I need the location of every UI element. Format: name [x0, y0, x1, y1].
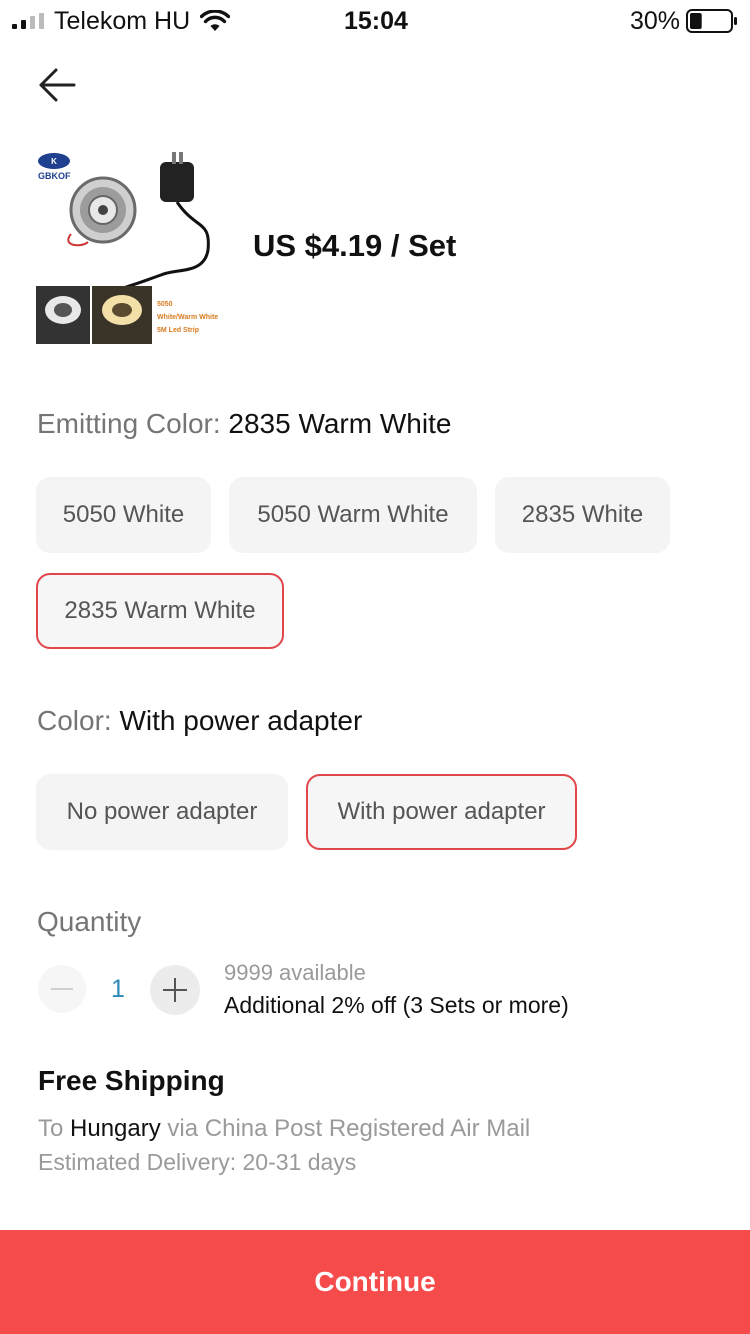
battery-percent: 30% [630, 7, 681, 35]
wifi-icon [200, 10, 230, 31]
estimated-delivery: Estimated Delivery: 20-31 days [38, 1149, 357, 1175]
option-5050-white[interactable]: 5050 White [36, 477, 211, 553]
svg-text:K: K [51, 157, 57, 166]
option-with-power-adapter[interactable]: With power adapter [306, 774, 577, 850]
arrow-left-icon [39, 68, 76, 102]
color-selected: With power adapter [119, 705, 363, 736]
option-2835-warm-white[interactable]: 2835 Warm White [36, 573, 284, 649]
status-bar: Telekom HU 15:04 30% [0, 0, 750, 42]
quantity-increase-button[interactable] [150, 965, 200, 1015]
emitting-color-selected: 2835 Warm White [228, 408, 452, 439]
stock-available: 9999 available [224, 960, 366, 985]
option-2835-white[interactable]: 2835 White [495, 477, 670, 553]
option-5050-warm-white[interactable]: 5050 Warm White [229, 477, 477, 553]
image-caption-line-1: 5050 [157, 301, 173, 308]
continue-button[interactable]: Continue [0, 1230, 750, 1334]
battery-icon [686, 9, 737, 33]
minus-icon [51, 988, 73, 990]
brand-logo: K GBKOF [38, 153, 71, 181]
plus-icon [163, 978, 187, 1002]
color-label: Color: [37, 705, 112, 736]
product-image: K GBKOF 5050 White/Warm White 5M Led Str… [36, 150, 232, 346]
emitting-color-label: Emitting Color: [37, 408, 221, 439]
cellular-signal-icon [12, 13, 44, 29]
shipping-route: To Hungary via China Post Registered Air… [38, 1115, 530, 1143]
product-price: US $4.19 / Set [253, 228, 457, 263]
shipping-method: via China Post Registered Air Mail [167, 1115, 531, 1142]
clock: 15:04 [344, 7, 408, 35]
option-no-power-adapter[interactable]: No power adapter [36, 774, 288, 850]
quantity-label: Quantity [37, 906, 142, 937]
brand-text: GBKOF [38, 171, 71, 181]
quantity-decrease-button[interactable] [38, 965, 86, 1013]
quantity-value[interactable]: 1 [104, 975, 132, 1004]
carrier-name: Telekom HU [54, 7, 191, 35]
image-caption-line-3: 5M Led Strip [157, 327, 199, 334]
image-caption-line-2: White/Warm White [157, 314, 218, 321]
back-button[interactable] [36, 64, 78, 106]
emitting-color-heading: Emitting Color: 2835 Warm White [37, 408, 451, 440]
color-heading: Color: With power adapter [37, 705, 362, 737]
shipping-title: Free Shipping [38, 1065, 225, 1096]
bulk-discount: Additional 2% off (3 Sets or more) [224, 992, 569, 1018]
shipping-destination[interactable]: Hungary [70, 1115, 161, 1142]
shipping-to-prefix: To [38, 1115, 64, 1142]
